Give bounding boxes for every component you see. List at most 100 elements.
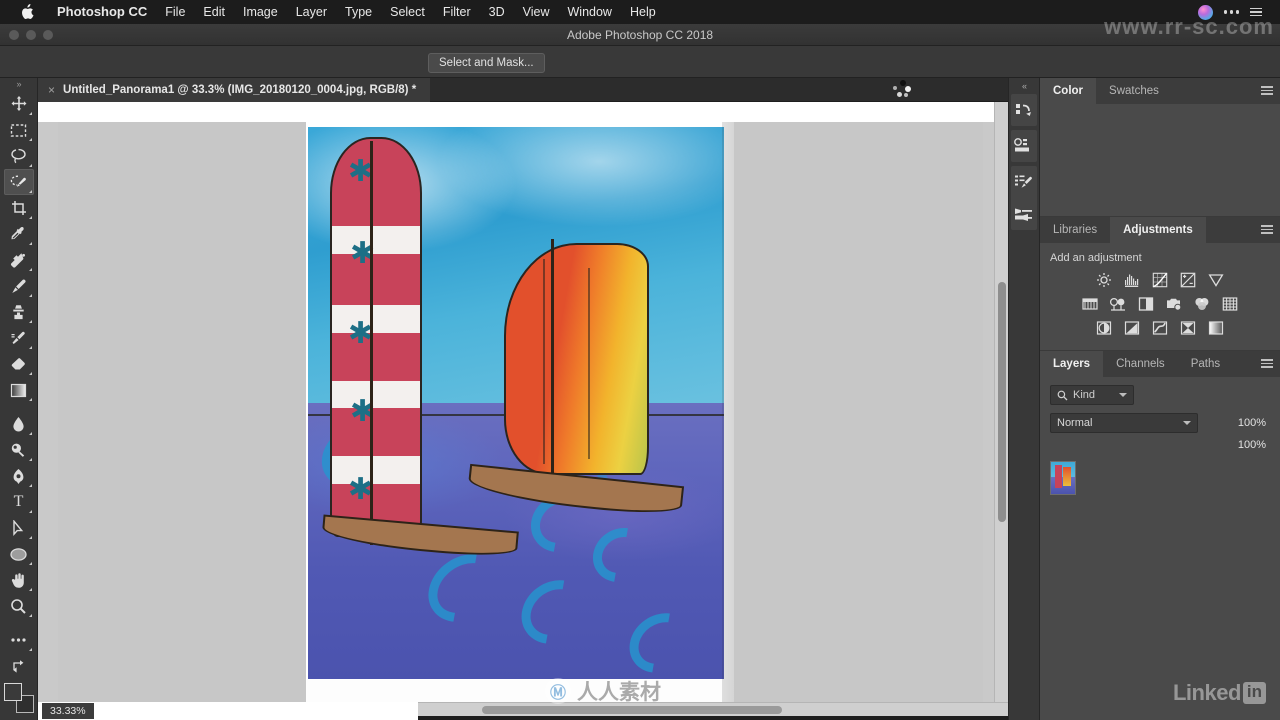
- chevron-down-icon[interactable]: [1119, 393, 1127, 397]
- apple-logo-icon[interactable]: [20, 4, 34, 20]
- select-and-mask-button[interactable]: Select and Mask...: [428, 53, 545, 73]
- foreground-color-swatch[interactable]: [3, 683, 22, 701]
- tool-expand-corner: [28, 216, 32, 219]
- mac-menu-file[interactable]: File: [156, 0, 194, 24]
- eraser-tool[interactable]: [4, 351, 34, 377]
- tool-panel-collapse-icon[interactable]: »: [0, 78, 37, 91]
- document-tab-title: Untitled_Panorama1 @ 33.3% (IMG_20180120…: [63, 83, 417, 96]
- swap-colors-icon[interactable]: [4, 653, 34, 679]
- document-tab[interactable]: × Untitled_Panorama1 @ 33.3% (IMG_201801…: [38, 77, 431, 102]
- zoom-level-readout[interactable]: 33.33%: [42, 703, 94, 719]
- dock-group-brush: [1011, 166, 1037, 230]
- path-selection-tool[interactable]: [4, 515, 34, 541]
- fill-value[interactable]: 100%: [1238, 439, 1270, 451]
- clone-stamp-tool[interactable]: [4, 299, 34, 325]
- move-tool[interactable]: [4, 91, 34, 117]
- history-brush-tool[interactable]: [4, 325, 34, 351]
- linkedin-watermark-text: Linked: [1172, 680, 1241, 705]
- panel-menu-icon[interactable]: [1261, 225, 1273, 234]
- lasso-tool[interactable]: [4, 143, 34, 169]
- threshold-icon[interactable]: [1151, 319, 1169, 337]
- panel-menu-icon[interactable]: [1261, 86, 1273, 95]
- tab-swatches[interactable]: Swatches: [1096, 78, 1172, 104]
- mac-menu-window[interactable]: Window: [559, 0, 621, 24]
- rectangular-marquee-tool[interactable]: [4, 117, 34, 143]
- photo-filter-icon[interactable]: [1165, 295, 1183, 313]
- posterize-icon[interactable]: [1123, 319, 1141, 337]
- busy-spinner-icon: [888, 80, 916, 100]
- gradient-tool[interactable]: [4, 377, 34, 403]
- selective-color-icon[interactable]: [1207, 319, 1225, 337]
- mac-menu-image[interactable]: Image: [234, 0, 287, 24]
- linkedin-watermark: Linked in: [1173, 680, 1266, 706]
- tab-libraries[interactable]: Libraries: [1040, 217, 1111, 243]
- scrollbar-thumb[interactable]: [482, 706, 782, 714]
- tool-expand-corner: [28, 346, 32, 349]
- tab-layers[interactable]: Layers: [1040, 351, 1104, 377]
- mac-menu-select[interactable]: Select: [381, 0, 434, 24]
- artboard: ✱ ✱ ✱ ✱ ✱: [58, 122, 983, 702]
- invert-icon[interactable]: [1095, 319, 1113, 337]
- canvas-vertical-scrollbar[interactable]: [994, 102, 1008, 702]
- mac-menu-photoshop-cc[interactable]: Photoshop CC: [48, 0, 156, 24]
- brightness-contrast-icon[interactable]: [1095, 271, 1113, 289]
- quick-selection-tool[interactable]: [3, 169, 34, 195]
- dodge-tool[interactable]: [4, 437, 34, 463]
- hue-saturation-icon[interactable]: [1081, 295, 1099, 313]
- tab-color[interactable]: Color: [1040, 78, 1097, 104]
- color-panel-body[interactable]: [1040, 104, 1280, 216]
- tab-adjustments[interactable]: Adjustments: [1110, 217, 1206, 243]
- black-and-white-icon[interactable]: [1137, 295, 1155, 313]
- blur-tool[interactable]: [4, 411, 34, 437]
- levels-icon[interactable]: [1123, 271, 1141, 289]
- curves-icon[interactable]: [1151, 271, 1169, 289]
- mac-menu-3d[interactable]: 3D: [480, 0, 514, 24]
- gradient-map-icon[interactable]: [1179, 319, 1197, 337]
- mac-menu-filter[interactable]: Filter: [434, 0, 480, 24]
- tool-expand-corner: [28, 138, 32, 141]
- edit-toolbar-tool[interactable]: [4, 627, 34, 653]
- tab-channels[interactable]: Channels: [1103, 351, 1178, 377]
- tool-expand-corner: [28, 242, 32, 245]
- mac-menu-type[interactable]: Type: [336, 0, 381, 24]
- vibrance-icon[interactable]: [1207, 271, 1225, 289]
- mac-menu-view[interactable]: View: [514, 0, 559, 24]
- layer-thumbnail[interactable]: [1050, 461, 1076, 495]
- panel-menu-icon[interactable]: [1261, 359, 1273, 368]
- crop-tool[interactable]: [4, 195, 34, 221]
- pen-tool[interactable]: [4, 463, 34, 489]
- mac-menu-edit[interactable]: Edit: [194, 0, 234, 24]
- channel-mixer-icon[interactable]: [1193, 295, 1211, 313]
- color-lookup-icon[interactable]: [1221, 295, 1239, 313]
- horizontal-type-tool[interactable]: T: [4, 489, 34, 515]
- opacity-value[interactable]: 100%: [1238, 417, 1270, 429]
- ellipse-tool[interactable]: [4, 541, 34, 567]
- dock-collapse-icon[interactable]: «: [1009, 78, 1039, 94]
- color-swatches[interactable]: [3, 683, 34, 713]
- scrollbar-thumb[interactable]: [998, 282, 1006, 522]
- mac-menu-layer[interactable]: Layer: [287, 0, 336, 24]
- layer-filter-kind-select[interactable]: Kind: [1050, 385, 1134, 405]
- zoom-tool[interactable]: [4, 593, 34, 619]
- brush-settings-icon[interactable]: [1011, 166, 1037, 198]
- eyedropper-tool[interactable]: [4, 221, 34, 247]
- blend-mode-row: Normal 100%: [1040, 409, 1280, 433]
- history-panel-icon[interactable]: [1011, 94, 1037, 126]
- blend-mode-select[interactable]: Normal: [1050, 413, 1198, 433]
- layer-list-item[interactable]: [1040, 451, 1280, 505]
- exposure-icon[interactable]: [1179, 271, 1197, 289]
- canvas-area[interactable]: ✱ ✱ ✱ ✱ ✱: [38, 102, 1008, 702]
- chevron-down-icon[interactable]: [1183, 421, 1191, 425]
- dock-group-history: [1011, 94, 1037, 126]
- color-balance-icon[interactable]: [1109, 295, 1127, 313]
- site-url-watermark: www.rr-sc.com: [1104, 14, 1274, 39]
- brush-presets-icon[interactable]: [1011, 198, 1037, 230]
- properties-panel-icon[interactable]: [1011, 130, 1037, 162]
- spot-healing-brush-tool[interactable]: [4, 247, 34, 273]
- brush-tool[interactable]: [4, 273, 34, 299]
- close-icon[interactable]: ×: [48, 84, 55, 96]
- mac-menu-help[interactable]: Help: [621, 0, 665, 24]
- tab-paths[interactable]: Paths: [1177, 351, 1234, 377]
- hand-tool[interactable]: [4, 567, 34, 593]
- adjustment-row: [1040, 316, 1280, 340]
